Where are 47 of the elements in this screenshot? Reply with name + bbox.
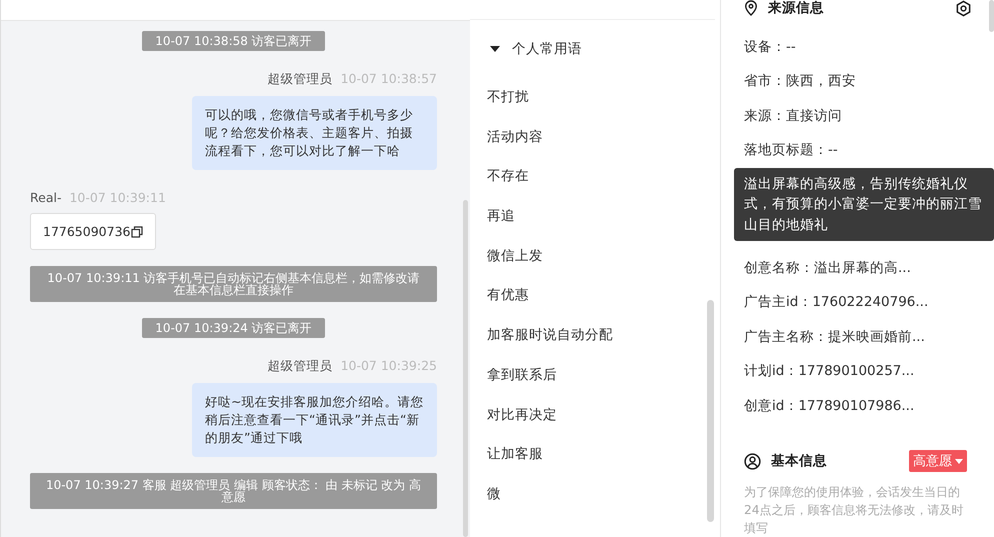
sender-name: 超级管理员: [268, 71, 333, 88]
info-row-text: 设备：--: [744, 38, 797, 57]
phrase-item[interactable]: 微: [470, 474, 501, 515]
info-row-text: 计划id：177890100257...: [744, 362, 916, 382]
caret-icon: [955, 458, 963, 464]
info-row-text: 广告主名称：提米映画婚前...: [744, 328, 926, 347]
message-time: 10-07 10:39:11: [69, 190, 166, 205]
info-row-text: 创意名称：溢出屏幕的高...: [744, 259, 912, 278]
phrase-item[interactable]: 让加客服: [470, 435, 543, 475]
phrase-item[interactable]: 加客服时说自动分配: [470, 316, 613, 356]
phrase-item[interactable]: 不打扰: [470, 78, 529, 118]
tooltip: 溢出屏幕的高级感，告别传统婚礼仪式，有预算的小富婆一定要冲的丽江雪山目的地婚礼: [734, 168, 994, 242]
agent-message: 可以的哦，您微信号或者手机号多少呢？给您发价格表、主题客片、拍摄流程看下，您可以对比了解一下哈: [192, 96, 437, 170]
scrollbar[interactable]: [989, 0, 994, 32]
sender-name: 超级管理员: [268, 358, 333, 375]
scrollbar[interactable]: [463, 200, 468, 537]
info-note: 为了保障您的使用体验，会话发生当日的24点之后，顾客信息将无法修改，请及时填写: [744, 484, 965, 537]
location-pin-icon: [744, 0, 758, 16]
user-icon: [744, 452, 761, 470]
phrase-item[interactable]: 活动内容: [470, 118, 543, 158]
scrollbar[interactable]: [707, 300, 714, 522]
phrase-group-header[interactable]: 个人常用语: [470, 20, 582, 58]
section-title: 基本信息: [771, 452, 827, 470]
section-title: 来源信息: [768, 0, 824, 17]
info-row-text: 落地页标题：--: [744, 141, 839, 160]
sender-name: Real-: [30, 190, 62, 205]
system-notice: 10-07 10:39:11 访客手机号已自动标记右侧基本信息栏，如需修改请在基本信息栏直接操作: [30, 266, 437, 302]
settings-icon[interactable]: [955, 0, 972, 16]
system-notice: 10-07 10:39:27 客服 超级管理员 编辑 顾客状态： 由 未标记 改为 高意愿: [30, 473, 437, 509]
info-row-text: 创意id：177890107986...: [744, 396, 916, 416]
phrase-item[interactable]: 有优惠: [470, 276, 529, 316]
phrase-item[interactable]: 不存在: [470, 157, 529, 198]
phrase-item[interactable]: 微信上发: [470, 236, 543, 276]
message-time: 10-07 10:38:57: [340, 71, 437, 88]
info-row-text: 省市：陕西，西安: [744, 72, 857, 92]
copy-icon[interactable]: [131, 226, 144, 238]
phrase-item[interactable]: 拿到联系后: [470, 356, 557, 396]
system-notice: 10-07 10:39:24 访客已离开: [142, 318, 325, 338]
info-row-text: 来源：直接访问: [744, 106, 843, 126]
caret-icon: [490, 46, 500, 52]
system-notice: 10-07 10:38:58 访客已离开: [142, 31, 325, 51]
phrase-item[interactable]: 再追: [470, 197, 515, 237]
agent-message: 好哒~现在安排客服加您介绍哈。请您稍后注意查看一下“通讯录”并点击“新的朋友”通过下哦: [192, 383, 437, 457]
message-time: 10-07 10:39:25: [340, 358, 437, 375]
info-row-text: 广告主id：176022240796...: [744, 293, 930, 312]
phrase-item[interactable]: 对比再决定: [470, 396, 557, 436]
phone-number: 17765090736: [43, 224, 130, 239]
